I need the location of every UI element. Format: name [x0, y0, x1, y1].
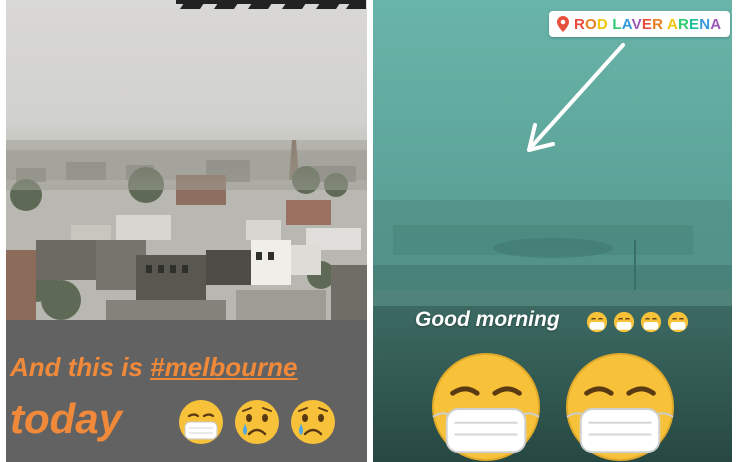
location-sticker[interactable]: ROD LAVER ARENA: [549, 11, 731, 37]
location-label: ROD LAVER ARENA: [574, 16, 721, 33]
crying-face-icon: [235, 400, 279, 444]
crying-face-icon: [291, 400, 335, 444]
face-with-medical-mask-icon: [613, 311, 635, 333]
right-story-panel: ROD LAVER ARENA Good morning: [373, 0, 732, 462]
face-with-medical-mask-icon: [640, 311, 662, 333]
location-letter: V: [631, 15, 642, 33]
location-letter: O: [585, 15, 597, 33]
greeting-text: Good morning: [415, 308, 560, 331]
hazy-skyline: [373, 200, 732, 300]
caption-prefix: And this is: [10, 352, 151, 382]
rooftop-edge: [373, 290, 732, 306]
face-with-medical-mask-icon: [586, 311, 608, 333]
location-letter: E: [689, 15, 700, 33]
location-letter: R: [574, 15, 586, 33]
location-letter: N: [699, 15, 711, 33]
location-letter: A: [710, 15, 722, 33]
map-pin-icon: [557, 16, 569, 32]
greeting-caption: Good morning: [415, 308, 560, 332]
face-with-medical-mask-icon: [667, 311, 689, 333]
location-letter: E: [641, 15, 653, 33]
story-progress-bar: [176, 0, 366, 9]
caption-line-2: today: [10, 395, 123, 442]
left-story-panel: And this is #melbourne today: [6, 0, 367, 462]
location-letter: R: [652, 15, 664, 33]
location-letter: D: [596, 15, 608, 33]
location-letter: A: [666, 15, 678, 33]
smoke-haze: [6, 120, 367, 190]
caption-line-1: And this is #melbourne: [10, 352, 298, 383]
hashtag-link[interactable]: #melbourne: [150, 352, 297, 382]
location-letter: L: [612, 15, 622, 33]
location-letter: A: [621, 15, 632, 33]
location-letter: R: [677, 15, 690, 33]
face-with-medical-mask-icon: [431, 352, 541, 462]
face-with-medical-mask-icon: [565, 352, 675, 462]
pointer-arrow-icon: [527, 43, 625, 152]
face-with-medical-mask-icon: [179, 400, 223, 444]
